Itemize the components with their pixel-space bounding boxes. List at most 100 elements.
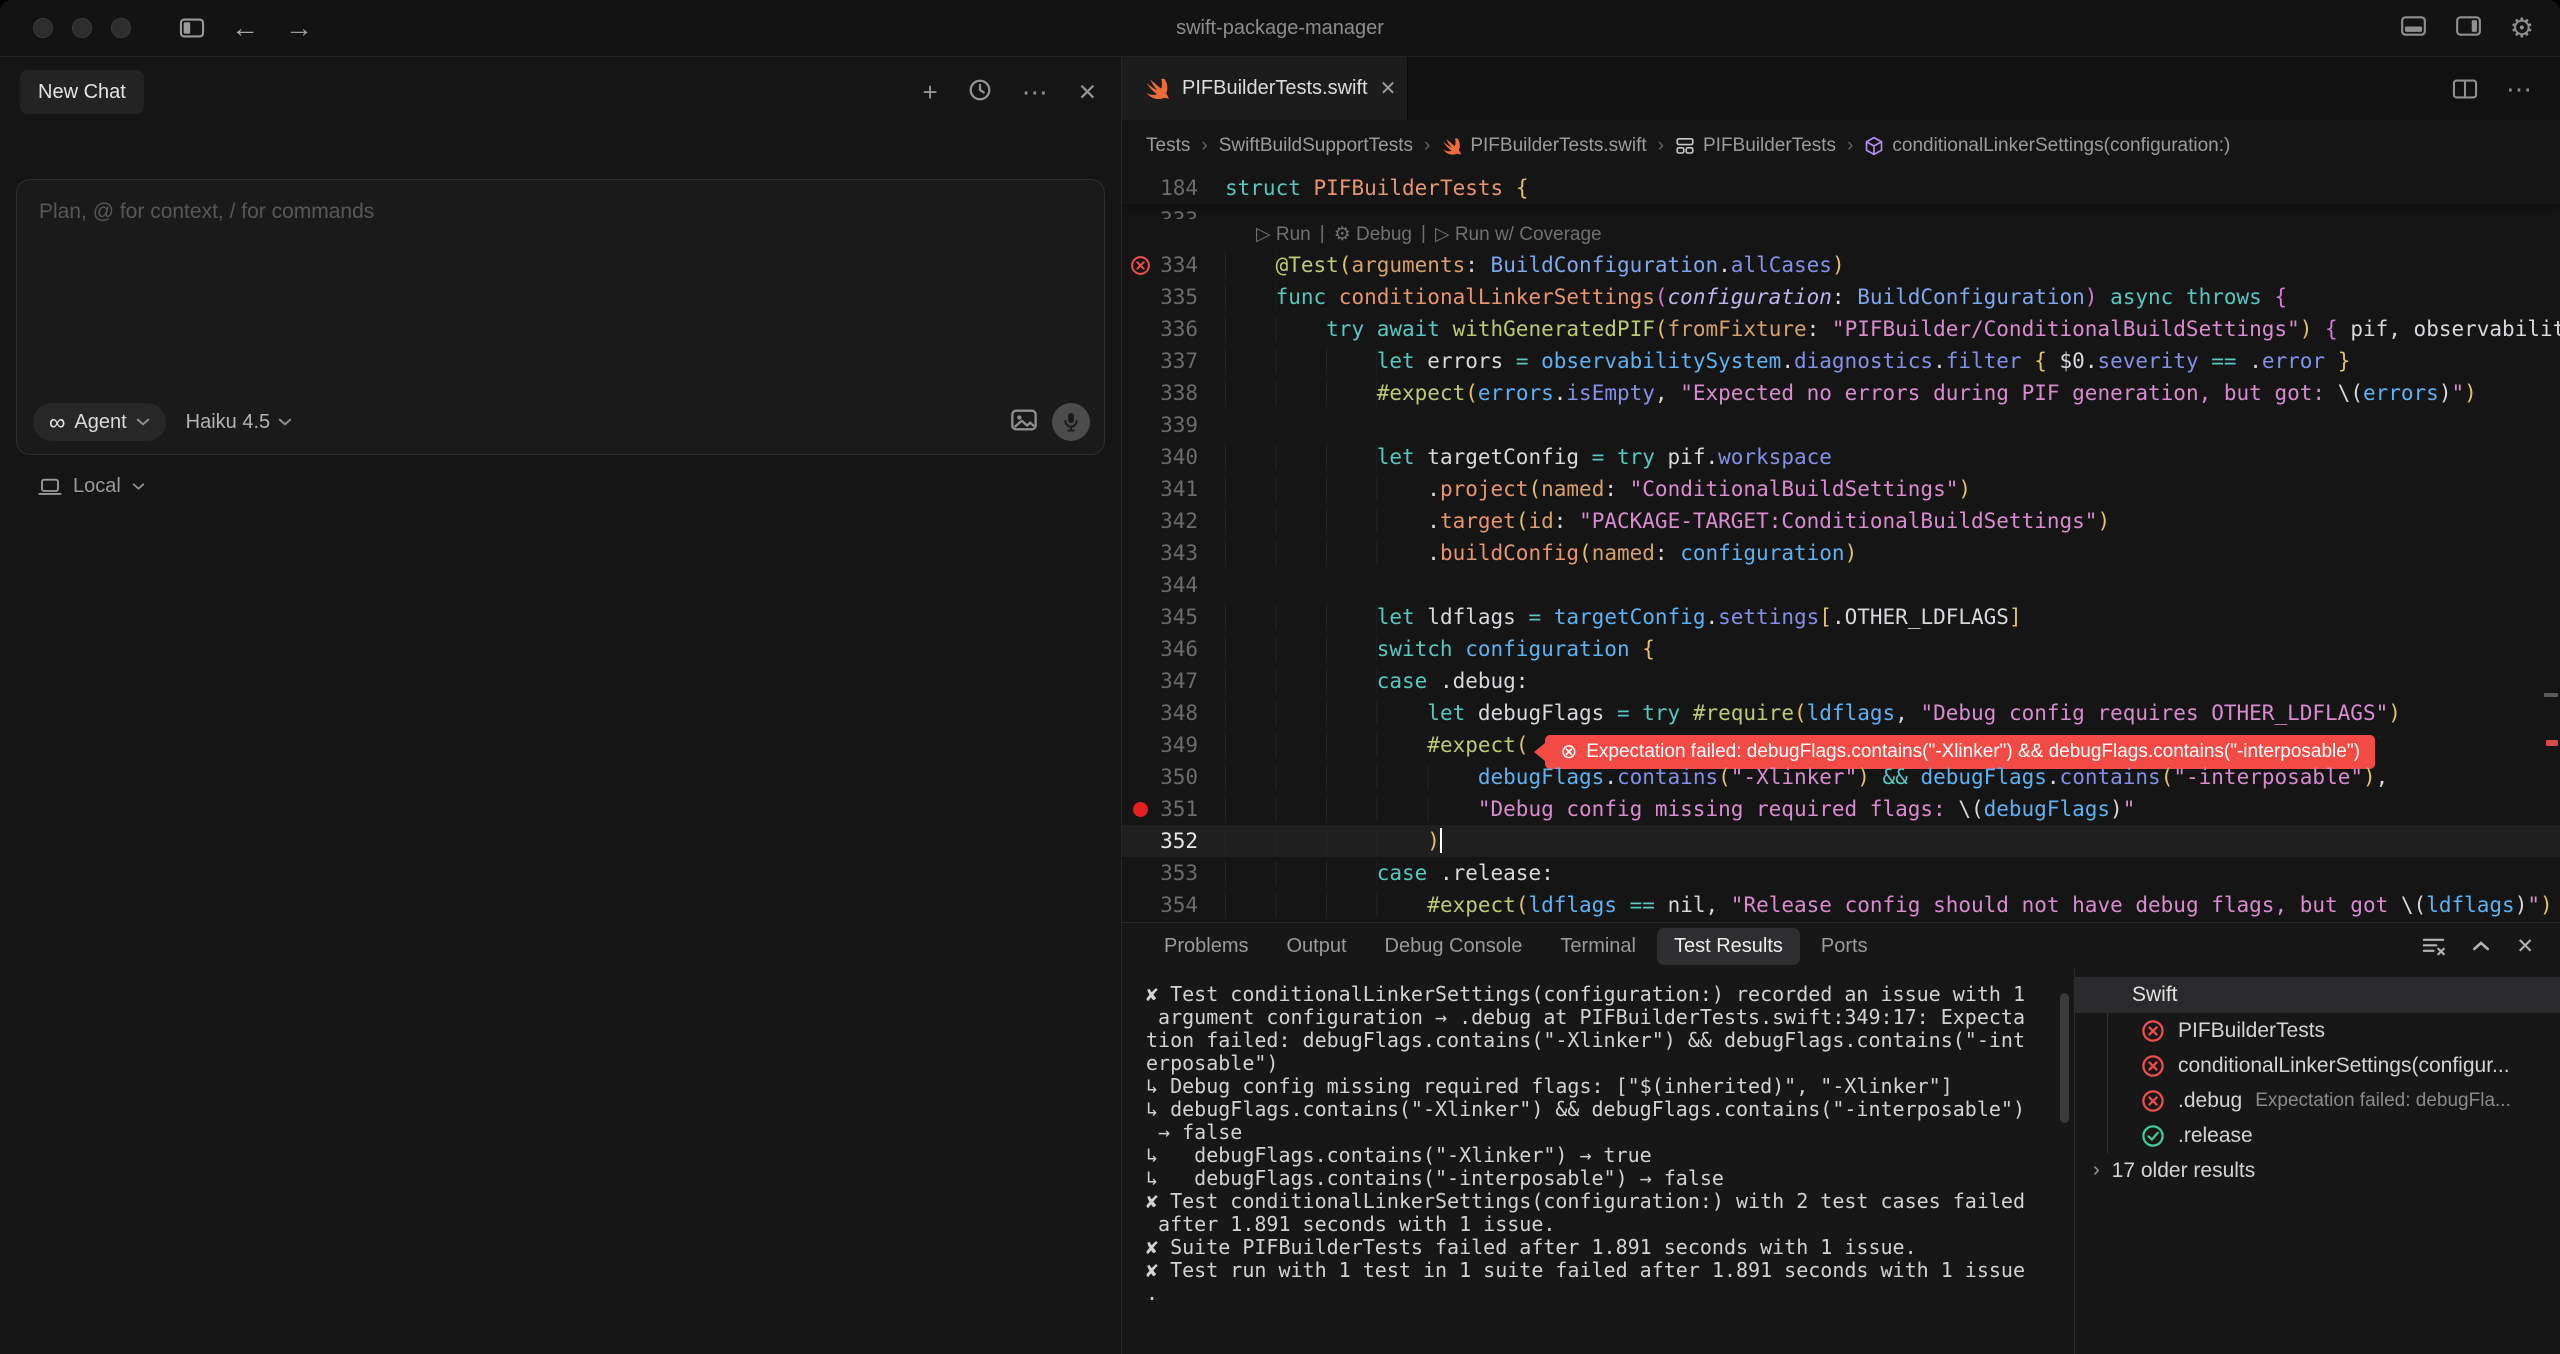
gutter-marker[interactable] — [1122, 255, 1158, 276]
tab-pifbuildertests-swift[interactable]: PIFBuilderTests.swift ✕ — [1122, 57, 1408, 120]
clear-output-icon[interactable] — [2421, 935, 2446, 957]
tree-item-release[interactable]: .release — [2075, 1118, 2560, 1153]
token: $0. — [2060, 349, 2098, 373]
editor-more-actions-icon[interactable]: ⋯ — [2506, 76, 2534, 102]
code-line-347[interactable]: 347 case .debug: — [1122, 665, 2560, 697]
code-line-334[interactable]: 334 @Test(arguments: BuildConfiguration.… — [1122, 249, 2560, 281]
code-line-341[interactable]: 341 .project(named: "ConditionalBuildSet… — [1122, 473, 2560, 505]
breakpoint-icon[interactable] — [1133, 802, 1148, 817]
tree-item-older-results[interactable]: ›17 older results — [2075, 1153, 2560, 1188]
panel-tab-output[interactable]: Output — [1286, 928, 1346, 965]
token: fromFixture — [1668, 317, 1807, 341]
token: : — [1554, 509, 1579, 533]
output-line: ✘ Test run with 1 test in 1 suite failed… — [1146, 1259, 2074, 1282]
breadcrumb-item[interactable]: PIFBuilderTests — [1675, 135, 1836, 157]
code-text: .target(id: "PACKAGE-TARGET:ConditionalB… — [1225, 505, 2110, 537]
token: target — [1440, 509, 1516, 533]
toggle-panel-icon[interactable] — [2400, 14, 2427, 43]
code-line-333[interactable]: 333 — [1122, 204, 2560, 219]
breadcrumb-item[interactable]: PIFBuilderTests.swift — [1441, 135, 1646, 157]
tree-item-pifbuildertests[interactable]: PIFBuilderTests — [2075, 1013, 2560, 1048]
toggle-sidebar-icon[interactable] — [179, 16, 205, 40]
panel-tab-terminal[interactable]: Terminal — [1560, 928, 1636, 965]
code-line-184[interactable]: 184struct PIFBuilderTests { — [1122, 172, 2560, 204]
breadcrumb-item[interactable]: Tests — [1146, 135, 1190, 157]
back-icon[interactable]: ← — [231, 14, 259, 42]
code-line-344[interactable]: 344 — [1122, 569, 2560, 601]
token: func — [1276, 285, 1339, 309]
codelens-actions[interactable]: ▷ Run|⚙ Debug|▷ Run w/ Coverage — [1256, 223, 1602, 246]
maximize-window-button[interactable] — [111, 18, 131, 38]
chat-more-icon[interactable]: ⋯ — [1022, 79, 1048, 105]
panel-tab-ports[interactable]: Ports — [1821, 928, 1868, 965]
chat-close-icon[interactable]: ✕ — [1078, 81, 1097, 104]
tab-new-chat[interactable]: New Chat — [20, 70, 144, 114]
model-dropdown[interactable]: Haiku 4.5 — [186, 411, 293, 434]
token: @Test — [1276, 253, 1339, 277]
tree-item-conditionallinkersettingsconfigur[interactable]: conditionalLinkerSettings(configur... — [2075, 1048, 2560, 1083]
new-chat-plus-icon[interactable]: + — [923, 79, 938, 105]
indent-guides — [1225, 317, 1326, 341]
panel-tab-debug-console[interactable]: Debug Console — [1385, 928, 1523, 965]
settings-gear-icon[interactable]: ⚙ — [2510, 15, 2534, 42]
output-line: → false — [1146, 1121, 2074, 1144]
line-number: 354 — [1158, 889, 1225, 921]
token: { — [2274, 285, 2287, 309]
panel-tab-problems[interactable]: Problems — [1164, 928, 1248, 965]
test-results-output[interactable]: ✘ Test conditionalLinkerSettings(configu… — [1122, 969, 2074, 1354]
token: targetConfig — [1554, 605, 1706, 629]
token: buildConfig — [1440, 541, 1579, 565]
output-line: after 1.891 seconds with 1 issue. — [1146, 1213, 2074, 1236]
code-text: .project(named: "ConditionalBuildSetting… — [1225, 473, 1971, 505]
maximize-panel-icon[interactable] — [2472, 940, 2490, 952]
tree-item-debug[interactable]: .debugExpectation failed: debugFla... — [2075, 1083, 2560, 1118]
attach-image-icon[interactable] — [1010, 407, 1038, 438]
forward-icon[interactable]: → — [285, 14, 313, 42]
minimize-window-button[interactable] — [72, 18, 92, 38]
codelens-run[interactable]: ▷ Run — [1256, 223, 1311, 246]
code-line-335[interactable]: 335 func conditionalLinkerSettings(confi… — [1122, 281, 2560, 313]
chat-input[interactable]: Plan, @ for context, / for commands ∞ Ag… — [16, 179, 1105, 455]
codelens-debug[interactable]: ⚙ Debug — [1334, 223, 1412, 246]
code-line-353[interactable]: 353 case .release: — [1122, 857, 2560, 889]
close-window-button[interactable] — [33, 18, 53, 38]
token: contains — [2060, 765, 2161, 789]
codelens-run-w-coverage[interactable]: ▷ Run w/ Coverage — [1435, 223, 1602, 246]
code-line-355[interactable]: 355 } — [1122, 921, 2560, 922]
codelens-separator: | — [1421, 223, 1426, 245]
code-line-350[interactable]: 350 debugFlags.contains("-Xlinker") && d… — [1122, 761, 2560, 793]
voice-input-button[interactable] — [1052, 403, 1090, 441]
code-line-346[interactable]: 346 switch configuration { — [1122, 633, 2560, 665]
tab-close-icon[interactable]: ✕ — [1380, 76, 1397, 101]
split-editor-icon[interactable] — [2452, 77, 2478, 101]
toggle-secondary-sidebar-icon[interactable] — [2455, 14, 2482, 43]
chat-history-icon[interactable] — [968, 78, 992, 107]
code-line-354[interactable]: 354 #expect(ldflags == nil, "Release con… — [1122, 889, 2560, 921]
code-line-338[interactable]: 338 #expect(errors.isEmpty, "Expected no… — [1122, 377, 2560, 409]
code-line-352[interactable]: 352 ) — [1122, 825, 2560, 857]
breadcrumb-item[interactable]: SwiftBuildSupportTests — [1219, 135, 1413, 157]
breadcrumb-item[interactable]: conditionalLinkerSettings(configuration:… — [1864, 135, 2230, 157]
context-selector-local[interactable]: Local — [38, 475, 145, 498]
code-line-348[interactable]: 348 let debugFlags = try #require(ldflag… — [1122, 697, 2560, 729]
token: .debug: — [1440, 669, 1529, 693]
code-line-343[interactable]: 343 .buildConfig(named: configuration) — [1122, 537, 2560, 569]
code-editor[interactable]: 184struct PIFBuilderTests {333 ▷ Run | ⚙ De… — [1122, 172, 2560, 922]
token: ) — [1832, 253, 1845, 277]
gutter-marker[interactable] — [1122, 802, 1158, 817]
tree-header-swift[interactable]: Swift — [2075, 977, 2560, 1013]
code-line-342[interactable]: 342 .target(id: "PACKAGE-TARGET:Conditio… — [1122, 505, 2560, 537]
indent-guides — [1225, 637, 1377, 661]
close-panel-icon[interactable]: ✕ — [2516, 936, 2534, 957]
agent-mode-dropdown[interactable]: ∞ Agent — [33, 403, 166, 441]
code-line-340[interactable]: 340 let targetConfig = try pif.workspace — [1122, 441, 2560, 473]
code-line-336[interactable]: 336 try await withGeneratedPIF(fromFixtu… — [1122, 313, 2560, 345]
code-line-345[interactable]: 345 let ldflags = targetConfig.settings[… — [1122, 601, 2560, 633]
code-line-351[interactable]: 351 "Debug config missing required flags… — [1122, 793, 2560, 825]
code-line-349[interactable]: 349 #expect(⊗Expectation failed: debugFl… — [1122, 729, 2560, 761]
token: ) — [2110, 797, 2123, 821]
panel-tab-test-results[interactable]: Test Results — [1657, 928, 1800, 965]
code-line-339[interactable]: 339 — [1122, 409, 2560, 441]
code-line-337[interactable]: 337 let errors = observabilitySystem.dia… — [1122, 345, 2560, 377]
output-scrollbar[interactable] — [2060, 993, 2069, 1123]
